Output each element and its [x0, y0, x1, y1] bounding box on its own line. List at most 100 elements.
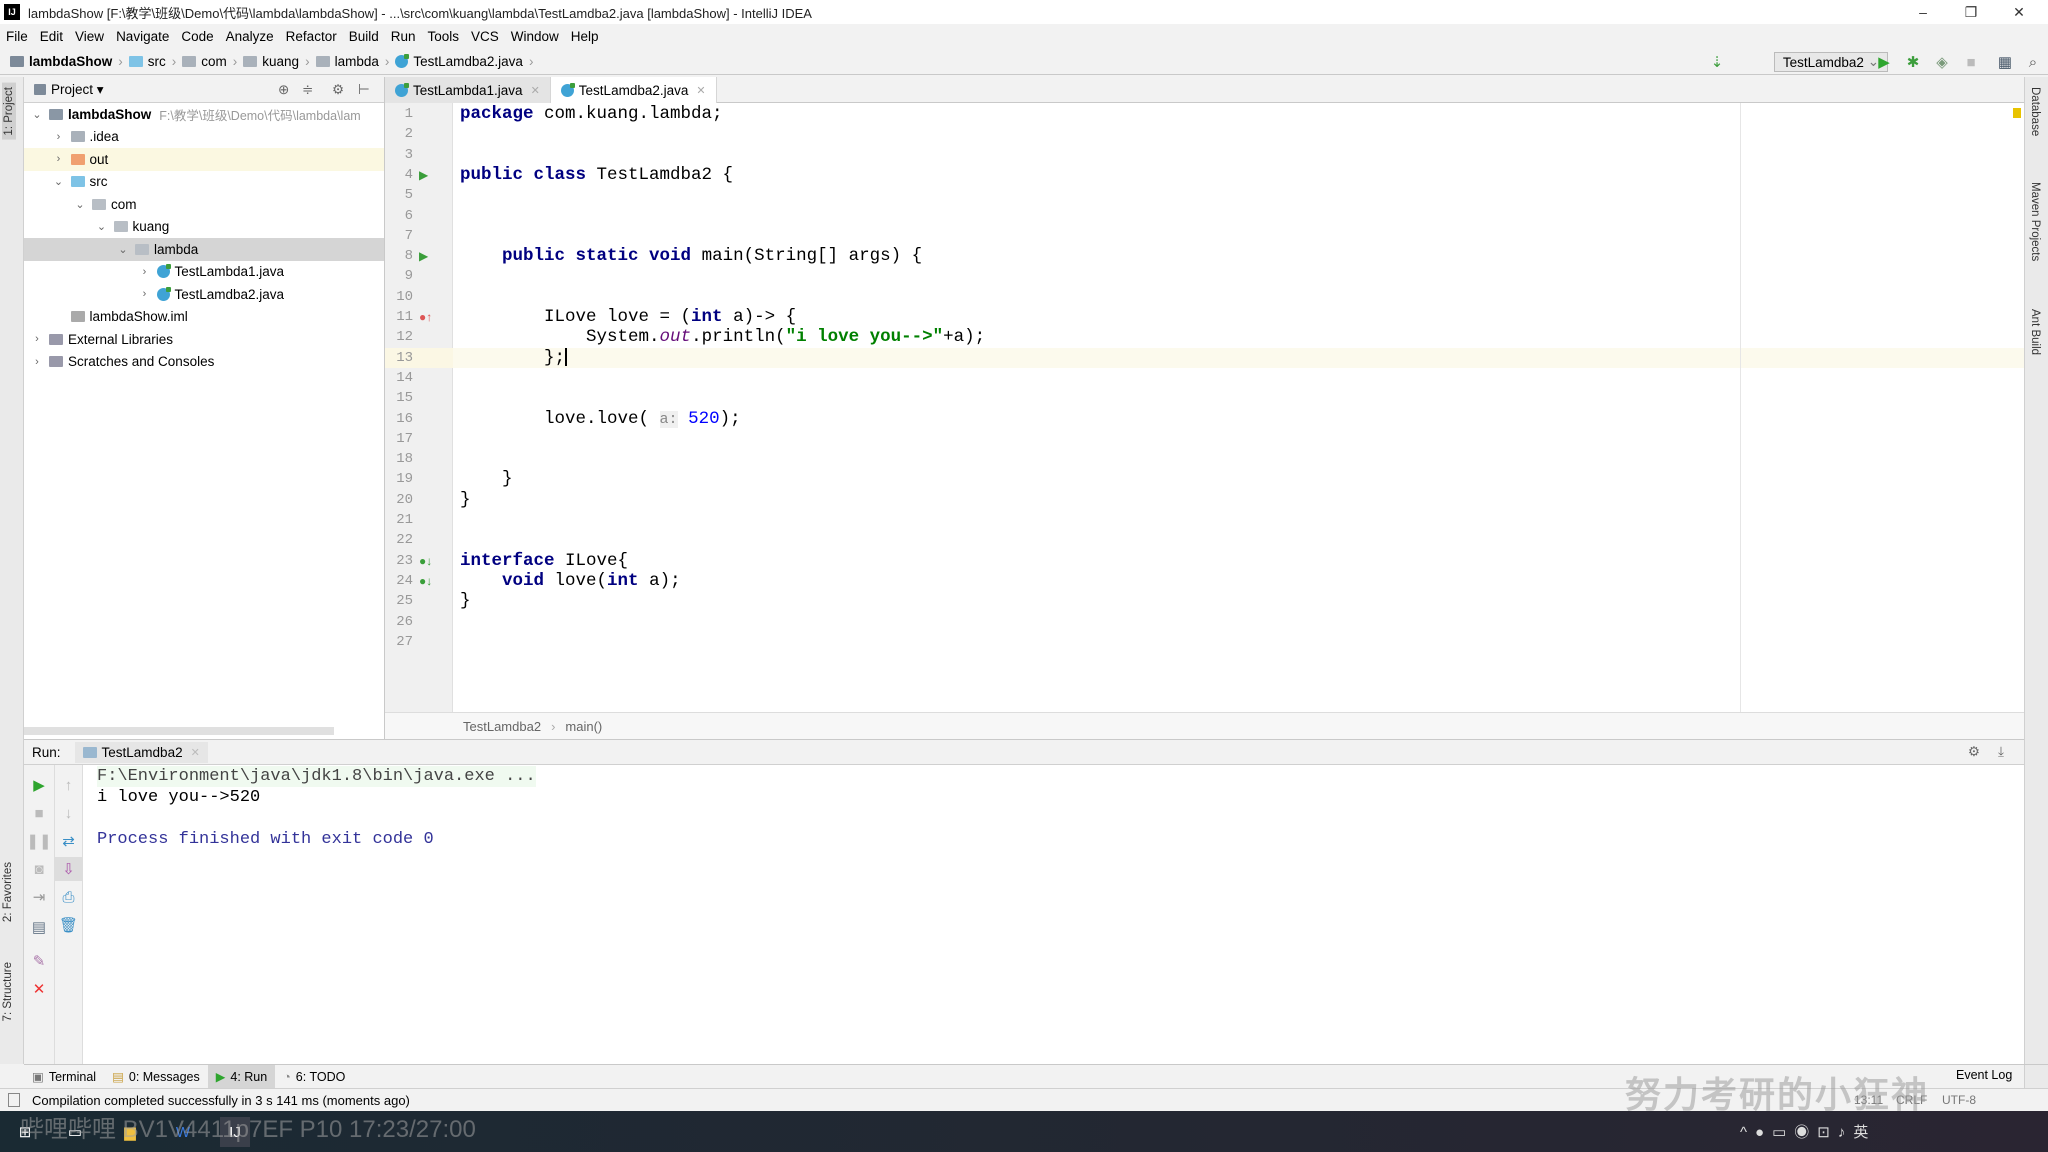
- chevron-right-icon[interactable]: ›: [138, 288, 152, 300]
- code-line[interactable]: [453, 612, 2024, 632]
- tree-item[interactable]: lambdaShow.iml: [24, 306, 384, 329]
- code-line[interactable]: void love(int a);: [453, 571, 2024, 591]
- code-line[interactable]: [453, 226, 2024, 246]
- tree-item[interactable]: ⌄ src: [24, 171, 384, 194]
- chevron-down-icon[interactable]: ⌄: [52, 175, 66, 188]
- chevron-down-icon[interactable]: ⌄: [30, 108, 44, 121]
- code-line[interactable]: [453, 632, 2024, 652]
- code-line[interactable]: [453, 206, 2024, 226]
- chevron-right-icon[interactable]: ›: [30, 333, 44, 345]
- breadcrumb-item[interactable]: src ›: [128, 54, 176, 69]
- implemented-icon[interactable]: ●↓: [419, 571, 432, 591]
- tree-item[interactable]: › out: [24, 148, 384, 171]
- breadcrumb-item[interactable]: lambdaShow ›: [10, 54, 123, 69]
- tree-item[interactable]: › TestLamdba2.java: [24, 283, 384, 306]
- trash-icon[interactable]: 🗑: [55, 913, 82, 937]
- rerun-icon[interactable]: ▶: [24, 773, 54, 797]
- arrow-down-icon[interactable]: ↓: [55, 801, 82, 825]
- chevron-down-icon[interactable]: ⌄: [116, 243, 130, 256]
- code-line[interactable]: [453, 449, 2024, 469]
- tree-item[interactable]: ⌄ lambdaShow F:\教学\班级\Demo\代码\lambda\lam: [24, 103, 384, 126]
- chevron-down-icon[interactable]: ⌄: [73, 198, 87, 211]
- menu-code[interactable]: Code: [181, 29, 213, 44]
- breadcrumb-item[interactable]: TestLamdba2.java ›: [395, 53, 533, 69]
- run-icon[interactable]: ▶: [1875, 53, 1893, 71]
- code-line[interactable]: }: [453, 490, 2024, 510]
- run-console[interactable]: F:\Environment\java\jdk1.8\bin\java.exe …: [83, 765, 2024, 1064]
- close-tab-icon[interactable]: ✕: [531, 84, 540, 97]
- code-line[interactable]: [453, 266, 2024, 286]
- code-line[interactable]: [453, 124, 2024, 144]
- horizontal-scrollbar[interactable]: [24, 727, 334, 735]
- tree-item[interactable]: › TestLambda1.java: [24, 261, 384, 284]
- code-line[interactable]: ILove love = (int a)-> {: [453, 307, 2024, 327]
- menu-view[interactable]: View: [75, 29, 104, 44]
- chevron-right-icon[interactable]: ›: [52, 131, 66, 143]
- code-line[interactable]: [453, 145, 2024, 165]
- editor-tab[interactable]: TestLambda1.java ✕: [385, 77, 551, 103]
- code-line[interactable]: };: [453, 347, 2024, 368]
- run-gutter-icon[interactable]: ▶: [419, 246, 428, 266]
- soft-wrap-icon[interactable]: ⇄: [55, 829, 82, 853]
- menu-vcs[interactable]: VCS: [471, 29, 499, 44]
- menu-refactor[interactable]: Refactor: [286, 29, 337, 44]
- chevron-right-icon[interactable]: ›: [52, 153, 66, 165]
- pause-icon[interactable]: ❚❚: [24, 829, 54, 853]
- run-tab[interactable]: TestLamdba2 ✕: [74, 741, 208, 763]
- breadcrumb-item[interactable]: kuang ›: [243, 54, 310, 69]
- menu-build[interactable]: Build: [349, 29, 379, 44]
- code-line[interactable]: [453, 388, 2024, 408]
- tree-item[interactable]: ⌄ lambda: [24, 238, 384, 261]
- lambda-override-icon[interactable]: ●↑: [419, 307, 432, 327]
- code-editor[interactable]: package com.kuang.lambda; public class Te…: [453, 103, 2024, 712]
- code-line[interactable]: package com.kuang.lambda;: [453, 104, 2024, 124]
- gear-icon[interactable]: ⚙: [1968, 744, 1980, 760]
- menu-tools[interactable]: Tools: [428, 29, 460, 44]
- bottom-tab[interactable]: ▶ 4: Run: [207, 1064, 276, 1089]
- layout-icon[interactable]: ▤: [24, 915, 54, 939]
- login-icon[interactable]: ⇥: [24, 885, 54, 909]
- ant-tool-tab[interactable]: Ant Build: [2029, 309, 2041, 355]
- menu-file[interactable]: File: [6, 29, 28, 44]
- code-line[interactable]: public static void main(String[] args) {: [453, 246, 2024, 266]
- code-line[interactable]: [453, 287, 2024, 307]
- search-icon[interactable]: ⌕: [2024, 53, 2042, 71]
- gear-icon[interactable]: ⚙: [332, 82, 344, 98]
- close-tab-icon[interactable]: ✕: [191, 746, 200, 759]
- debug-icon[interactable]: ✱: [1904, 53, 1922, 71]
- breadcrumb-item[interactable]: com ›: [182, 54, 237, 69]
- tree-item[interactable]: ⌄ com: [24, 193, 384, 216]
- tree-item[interactable]: › .idea: [24, 126, 384, 149]
- restore-button[interactable]: ❐: [1948, 0, 1994, 24]
- sort-icon[interactable]: ⇣: [1708, 53, 1726, 71]
- maven-tool-tab[interactable]: Maven Projects: [2029, 182, 2041, 261]
- system-tray-icons[interactable]: ^●▭◉⊡♪英: [1740, 1121, 1876, 1142]
- collapse-icon[interactable]: ≑: [302, 82, 313, 98]
- code-line[interactable]: System.out.println("i love you-->"+a);: [453, 327, 2024, 347]
- locate-icon[interactable]: ⊕: [278, 82, 289, 98]
- chevron-right-icon[interactable]: ›: [30, 356, 44, 368]
- run-configuration-select[interactable]: TestLamdba2 ⌄: [1773, 52, 1888, 72]
- menu-window[interactable]: Window: [511, 29, 559, 44]
- scroll-to-end-icon[interactable]: ⇩: [55, 857, 82, 881]
- code-line[interactable]: interface ILove{: [453, 551, 2024, 571]
- breadcrumb-method[interactable]: main(): [565, 719, 602, 734]
- code-line[interactable]: [453, 530, 2024, 550]
- code-line[interactable]: [453, 185, 2024, 205]
- warning-stripe-icon[interactable]: [2013, 108, 2021, 118]
- tree-item[interactable]: › Scratches and Consoles: [24, 351, 384, 374]
- code-line[interactable]: love.love( a: 520);: [453, 409, 2024, 429]
- hide-panel-icon[interactable]: ⤓: [1998, 744, 2004, 760]
- structure-tool-tab[interactable]: 7: Structure: [2, 962, 14, 1021]
- tree-item[interactable]: ⌄ kuang: [24, 216, 384, 239]
- code-line[interactable]: }: [453, 469, 2024, 489]
- hide-icon[interactable]: ⊢: [358, 82, 370, 98]
- minimize-button[interactable]: –: [1900, 0, 1946, 24]
- bottom-tab[interactable]: ◔ 6: TODO: [275, 1065, 353, 1089]
- pin-icon[interactable]: ✎: [24, 949, 54, 973]
- chevron-right-icon[interactable]: ›: [138, 266, 152, 278]
- code-line[interactable]: [453, 429, 2024, 449]
- menu-navigate[interactable]: Navigate: [116, 29, 169, 44]
- event-log-button[interactable]: Event Log: [1956, 1068, 2012, 1082]
- close-icon[interactable]: ✕: [24, 977, 54, 1001]
